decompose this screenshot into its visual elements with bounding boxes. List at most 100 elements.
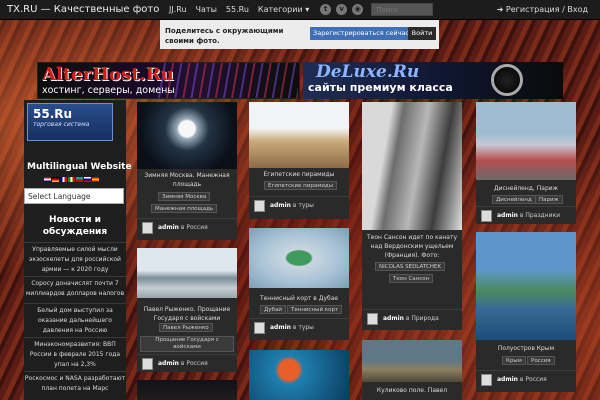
flag-icon[interactable] <box>52 177 59 182</box>
post-caption[interactable]: Куликово поле. Павел <box>362 386 462 395</box>
post-author: admin в туры <box>249 196 349 214</box>
author-line: admin в Россия <box>158 360 208 367</box>
login-link[interactable]: ➜ Регистрация / Вход <box>497 5 588 14</box>
post-image[interactable] <box>476 102 576 180</box>
tag[interactable]: Париж <box>535 195 563 204</box>
top-navbar: TX.RU — Качественные фото JJ.Ru Чаты 55.… <box>0 0 600 20</box>
deluxe-subtitle: сайты премиум класса <box>308 81 453 94</box>
tag[interactable]: Диснейленд <box>492 195 536 204</box>
search-input[interactable] <box>371 3 434 16</box>
author-line: admin в Россия <box>497 376 547 383</box>
avatar[interactable] <box>142 358 153 370</box>
post-image[interactable] <box>249 228 349 288</box>
post-card[interactable]: Зимняя Москва. Манежная площадь Зимняя М… <box>137 102 237 240</box>
post-card[interactable]: Теон Сансон идет по канату над Вердонски… <box>362 102 462 330</box>
flag-icon[interactable] <box>84 177 91 182</box>
post-card[interactable]: Египетские пирамиды Египетские пирамиды … <box>249 102 349 219</box>
post-card[interactable] <box>137 380 237 400</box>
flag-icon[interactable] <box>92 177 99 182</box>
post-card[interactable] <box>249 350 349 400</box>
deluxe-banner[interactable]: DeLuxe.Ru сайты премиум класса <box>303 62 563 99</box>
twitter-icon[interactable]: t <box>320 4 332 15</box>
watch-icon <box>491 64 523 96</box>
nav-55[interactable]: 55.Ru <box>226 5 249 14</box>
post-author: admin в Природа <box>362 309 462 327</box>
vk-icon[interactable]: v <box>336 4 348 15</box>
signin-button[interactable]: Войти <box>408 27 436 40</box>
share-panel: Поделитесь с окружающими своими фото. За… <box>160 20 439 49</box>
avatar[interactable] <box>367 313 378 325</box>
news-item[interactable]: Управляемые силой мысли экзоскелеты для … <box>24 242 126 275</box>
flag-icon[interactable] <box>68 177 75 182</box>
logo-text: 55.Ru <box>33 107 73 121</box>
avatar[interactable] <box>142 222 153 234</box>
flag-icon[interactable] <box>76 177 83 182</box>
flag-icon[interactable] <box>60 177 67 182</box>
sidebar: 55.Ru торговая система Multilingual Webs… <box>24 100 132 400</box>
site-title[interactable]: TX.RU — Качественные фото <box>7 4 169 15</box>
post-caption[interactable]: Египетские пирамиды <box>249 170 349 179</box>
post-caption[interactable]: Зимняя Москва. Манежная площадь <box>137 171 237 189</box>
post-card[interactable]: Теннисный корт в Дубае Дубай Теннисный к… <box>249 228 349 340</box>
news-title: Новости и обсуждения <box>42 215 108 237</box>
nav-categories[interactable]: Категории ▾ <box>258 5 309 14</box>
author-line: admin в Россия <box>158 224 208 231</box>
avatar[interactable] <box>254 322 265 334</box>
language-select[interactable]: Select Language <box>24 188 124 204</box>
tag[interactable]: NICOLAS SEDLATCHEK <box>375 262 445 271</box>
post-author: admin в Россия <box>476 370 576 388</box>
author-line: admin в Природа <box>383 315 439 322</box>
tag[interactable]: Прощание Государя с войсками <box>140 336 234 352</box>
post-author: admin в Россия <box>137 354 237 372</box>
post-caption[interactable]: Полуостров Крым <box>476 344 576 353</box>
avatar[interactable] <box>481 374 492 386</box>
sidebar-logo[interactable]: 55.Ru торговая система <box>27 103 113 141</box>
post-image[interactable] <box>137 102 237 169</box>
social-links: t v ◉ <box>320 4 368 15</box>
flag-icon[interactable] <box>44 177 51 182</box>
alterhost-banner[interactable]: AlterHost.Ru хостинг, серверы, домены <box>37 62 300 99</box>
nav-jj[interactable]: JJ.Ru <box>169 5 187 14</box>
tag[interactable]: Египетские пирамиды <box>264 181 338 190</box>
multilingual-title: Multilingual Website <box>27 162 132 172</box>
tag[interactable]: Манежная площадь <box>151 204 218 213</box>
post-author: admin в Праздники <box>476 206 576 224</box>
nav-chats[interactable]: Чаты <box>196 5 217 14</box>
tag[interactable]: Россия <box>527 356 555 365</box>
share-text: Поделитесь с окружающими своими фото. <box>165 27 284 45</box>
post-card[interactable]: Павел Рыженко. Прощание Государя с войск… <box>137 248 237 372</box>
register-button[interactable]: Зарегистрироваться сейчас <box>310 27 412 40</box>
news-item[interactable]: Минэкономразвития: ВВП России в феврале … <box>24 337 126 370</box>
post-image[interactable] <box>249 102 349 168</box>
news-item[interactable]: Роскосмос и NASA разработают план полета… <box>24 371 126 394</box>
avatar[interactable] <box>254 200 265 212</box>
news-item[interactable]: Белый дом выступил за оказание дальнейше… <box>24 303 126 336</box>
tag[interactable]: Теон Сансон <box>389 274 434 283</box>
post-card[interactable]: Диснейленд, Париж Диснейленд Париж admin… <box>476 102 576 224</box>
deluxe-title: DeLuxe.Ru <box>316 62 420 82</box>
language-flags <box>44 177 100 182</box>
post-caption[interactable]: Теннисный корт в Дубае <box>249 294 349 303</box>
post-image[interactable] <box>476 232 576 340</box>
post-image[interactable] <box>137 248 237 298</box>
post-card[interactable]: Полуостров Крым Крым Россия admin в Росс… <box>476 232 576 392</box>
rss-icon[interactable]: ◉ <box>352 4 364 15</box>
alterhost-title: AlterHost.Ru <box>42 64 174 85</box>
tag[interactable]: Зимняя Москва <box>158 192 211 201</box>
avatar[interactable] <box>481 210 492 222</box>
post-caption[interactable]: Диснейленд, Париж <box>476 184 576 193</box>
tag[interactable]: Дубай <box>260 305 286 314</box>
logo-subtext: торговая система <box>33 121 90 128</box>
tag[interactable]: Теннисный корт <box>287 305 343 314</box>
post-caption[interactable]: Теон Сансон идет по канату над Вердонски… <box>362 233 462 260</box>
post-caption[interactable]: Павел Рыженко. Прощание Государя с войск… <box>137 305 237 323</box>
author-line: admin в туры <box>270 324 314 331</box>
post-image[interactable] <box>362 340 462 382</box>
tag[interactable]: Крым <box>502 356 526 365</box>
banner-rays <box>158 63 298 98</box>
post-card[interactable]: Куликово поле. Павел <box>362 340 462 400</box>
post-image[interactable] <box>362 102 462 230</box>
tag[interactable]: Павел Рыженко <box>159 323 213 332</box>
author-line: admin в Праздники <box>497 212 561 219</box>
news-item[interactable]: Соросу доначислят почти 7 миллиардов дол… <box>24 276 126 299</box>
